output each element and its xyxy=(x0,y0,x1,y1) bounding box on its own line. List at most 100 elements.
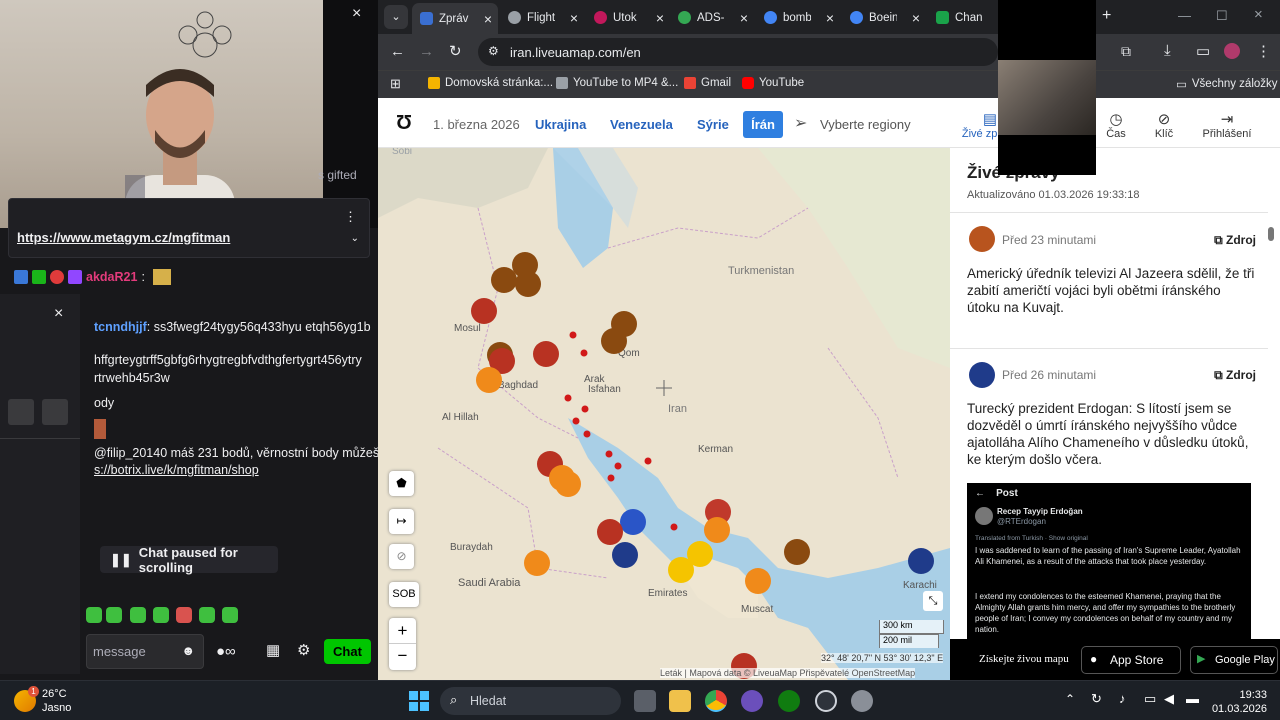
pinned-link[interactable]: https://www.metagym.cz/mgfitman xyxy=(17,230,230,245)
sync-icon[interactable]: ↻ xyxy=(1091,691,1102,707)
system-clock[interactable]: 19:33 01.03.2026 xyxy=(1212,688,1267,716)
map-view[interactable]: Sobi Iran Baghdad Isfahan Qom Arak Mosul… xyxy=(378,148,950,680)
measure-icon[interactable]: ↦ xyxy=(389,509,414,534)
extensions-icon[interactable]: ⧉ xyxy=(1121,43,1131,60)
select-regions[interactable]: Vyberte regiony xyxy=(820,117,911,132)
tab-search-icon[interactable]: ⌄ xyxy=(384,5,408,29)
back-icon[interactable]: ← xyxy=(390,43,405,60)
battery-icon[interactable]: ▬ xyxy=(1186,691,1199,706)
download-icon[interactable]: ⤓ xyxy=(1164,42,1171,59)
hide-icon[interactable]: ⊘ xyxy=(389,544,414,569)
chat-paused-banner[interactable]: ❚❚ Chat paused for scrolling xyxy=(100,545,278,575)
fullscreen-icon[interactable]: ⤡ xyxy=(923,591,943,611)
bookmark-item[interactable]: Domovská stránka:... xyxy=(428,77,553,89)
chat-input[interactable]: message ☻ xyxy=(86,634,204,669)
scrollbar-thumb[interactable] xyxy=(1268,227,1274,241)
task-view-icon[interactable] xyxy=(634,690,656,712)
close-tab-icon[interactable]: × xyxy=(656,10,664,26)
liveuamap-logo[interactable]: Ʊ xyxy=(396,112,412,135)
tab-utok[interactable]: Útok × xyxy=(586,5,670,30)
emote-icon[interactable] xyxy=(176,607,192,623)
scrollbar[interactable] xyxy=(1268,215,1276,595)
chevron-up-icon[interactable]: ⌃ xyxy=(1065,692,1075,706)
sidepanel-icon[interactable]: ▭ xyxy=(1196,42,1210,60)
chat-link[interactable]: s://botrix.live/k/mgfitman/shop xyxy=(94,463,259,477)
source-link[interactable]: ⧉ Zdroj xyxy=(1214,233,1256,248)
emote-icon[interactable] xyxy=(199,607,215,623)
close-icon[interactable]: × xyxy=(54,306,63,322)
taskbar-search[interactable]: ⌕ Hledat xyxy=(440,687,621,715)
chat-username[interactable]: tcnndhjjf xyxy=(94,320,147,334)
tab-login[interactable]: ⇥ Přihlášení xyxy=(1196,110,1258,140)
sob-button[interactable]: SOB xyxy=(389,582,419,607)
apps-icon[interactable]: ⊞ xyxy=(390,76,401,92)
pip-video[interactable] xyxy=(998,0,1096,175)
settings-icon[interactable] xyxy=(851,690,873,712)
obs-icon[interactable] xyxy=(815,690,837,712)
bookmark-item[interactable]: YouTube xyxy=(742,77,804,89)
source-link[interactable]: ⧉ Zdroj xyxy=(1214,368,1256,383)
all-bookmarks[interactable]: ▭ Všechny záložky xyxy=(1176,77,1278,91)
tab-ads[interactable]: ADS-I × xyxy=(670,5,754,30)
region-iran[interactable]: Írán xyxy=(743,111,783,138)
bookmark-item[interactable]: YouTube to MP4 &... xyxy=(556,77,678,89)
app-store-button[interactable]: ● App Store xyxy=(1081,646,1181,674)
network-icon[interactable]: ▭ xyxy=(1144,691,1156,707)
close-icon[interactable]: × xyxy=(352,6,361,22)
file-explorer-icon[interactable] xyxy=(669,690,691,712)
tweet-embed[interactable]: ← Post Recep Tayyip Erdoğan @RTErdogan T… xyxy=(967,483,1251,643)
more-icon[interactable]: ⋮ xyxy=(344,209,357,225)
new-tab-button[interactable]: + xyxy=(1102,7,1111,25)
emote-icon[interactable] xyxy=(130,607,146,623)
chevron-down-icon[interactable]: ⌄ xyxy=(351,233,359,244)
map-attribution[interactable]: Leták | Mapová data © LiveuaMap Přispěva… xyxy=(660,668,916,678)
bookmark-item[interactable]: Gmail xyxy=(684,77,731,89)
emote-icon[interactable] xyxy=(86,607,102,623)
tab-chan[interactable]: Chan xyxy=(928,5,998,30)
tab-bomb[interactable]: bomb × xyxy=(756,5,840,30)
region-syria[interactable]: Sýrie xyxy=(697,117,729,132)
region-venezuela[interactable]: Venezuela xyxy=(610,117,673,132)
mic-icon[interactable]: ♪ xyxy=(1119,691,1126,706)
region-ukraine[interactable]: Ukrajina xyxy=(535,117,586,132)
zoom-in-button[interactable]: + xyxy=(389,618,416,644)
app-icon[interactable] xyxy=(741,690,763,712)
close-tab-icon[interactable]: × xyxy=(826,10,834,26)
news-card[interactable]: Před 23 minutami ⧉ Zdroj Americký úřední… xyxy=(950,213,1268,348)
tab-flight[interactable]: Flight × xyxy=(500,5,584,30)
points-icon[interactable]: ●∞ xyxy=(216,643,236,660)
chrome-icon[interactable] xyxy=(705,690,727,712)
emoji-icon[interactable]: ☻ xyxy=(181,643,195,658)
forward-icon[interactable]: → xyxy=(419,43,434,60)
draw-polygon-icon[interactable]: ⬟ xyxy=(389,471,414,496)
start-icon[interactable] xyxy=(409,691,429,711)
profile-avatar[interactable] xyxy=(1224,43,1240,59)
close-tab-icon[interactable]: × xyxy=(912,10,920,26)
close-tab-icon[interactable]: × xyxy=(740,10,748,26)
maximize-icon[interactable]: ☐ xyxy=(1216,8,1228,24)
xbox-icon[interactable] xyxy=(778,690,800,712)
volume-icon[interactable]: ◀ xyxy=(1164,691,1174,707)
emote-icon[interactable] xyxy=(153,607,169,623)
tab-boeing[interactable]: Boein × xyxy=(842,5,926,30)
reload-icon[interactable]: ↻ xyxy=(449,42,462,60)
gear-icon[interactable]: ⚙ xyxy=(297,641,310,659)
zoom-out-button[interactable]: − xyxy=(389,644,416,670)
weather-widget[interactable]: 26°C Jasno xyxy=(42,687,71,715)
close-tab-icon[interactable]: × xyxy=(484,11,492,27)
store-icon[interactable]: ▦ xyxy=(266,641,280,659)
menu-icon[interactable]: ⋮ xyxy=(1256,42,1271,60)
emote-icon[interactable] xyxy=(222,607,238,623)
site-info-icon[interactable]: ⚙ xyxy=(488,44,499,58)
tab-zpravy[interactable]: Zpráv × xyxy=(412,3,498,34)
address-bar[interactable]: ⚙ iran.liveuamap.com/en xyxy=(478,38,998,66)
google-play-button[interactable]: ▶ Google Play xyxy=(1190,646,1278,674)
close-tab-icon[interactable]: × xyxy=(570,10,578,26)
chat-username[interactable]: akdaR21 xyxy=(86,270,137,284)
minimize-icon[interactable]: — xyxy=(1178,8,1191,23)
gift-notice: s gifted xyxy=(318,168,357,182)
emote-icon[interactable] xyxy=(106,607,122,623)
close-window-icon[interactable]: × xyxy=(1254,6,1263,23)
tab-key[interactable]: ⊘ Klíč xyxy=(1134,110,1194,140)
chat-send-button[interactable]: Chat xyxy=(324,639,371,664)
